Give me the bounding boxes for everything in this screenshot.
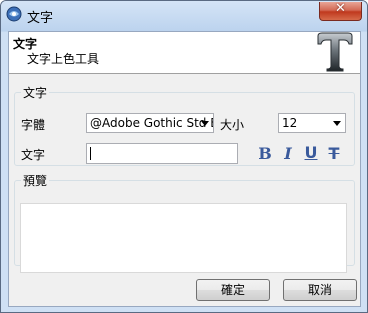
header-panel: 文字 文字上色工具 [9,32,360,74]
size-select-value: 12 [282,116,298,130]
title-bar[interactable]: 文字 ✕ [1,1,367,31]
text-cursor [90,147,91,160]
text-group: 文字 字體 @Adobe Gothic Std B 大小 12 文字 B I U… [14,84,355,166]
chevron-down-icon [201,121,209,126]
size-select[interactable]: 12 [278,113,346,133]
text-tool-logo-icon [317,32,353,72]
bold-icon[interactable]: B [257,145,273,163]
preview-area [20,203,347,273]
close-icon: ✕ [335,1,346,16]
preview-group-legend: 預覽 [23,174,48,188]
font-select[interactable]: @Adobe Gothic Std B [86,113,214,133]
cancel-button[interactable]: 取消 [283,279,357,301]
text-input[interactable] [86,143,238,164]
size-label: 大小 [220,118,245,132]
window-title: 文字 [27,11,54,26]
preview-group: 預覽 [14,172,355,273]
font-select-value: @Adobe Gothic Std B [90,116,214,130]
app-icon [6,6,22,22]
dialog-window: 文字 ✕ 文字 文字上色工具 文字 字體 @Adobe Gothic Std B… [0,0,368,313]
strikethrough-icon[interactable]: T [326,145,342,163]
close-button[interactable]: ✕ [319,1,362,21]
chevron-down-icon [333,121,341,126]
dialog-client: 文字 文字上色工具 文字 字體 @Adobe Gothic Std B 大小 1… [8,31,361,307]
text-label: 文字 [21,148,46,162]
underline-icon[interactable]: U [303,144,319,162]
ok-button[interactable]: 確定 [196,279,270,301]
text-group-legend: 文字 [23,86,48,100]
font-label: 字體 [21,118,46,132]
italic-icon[interactable]: I [280,145,296,163]
header-subtitle: 文字上色工具 [27,52,100,66]
